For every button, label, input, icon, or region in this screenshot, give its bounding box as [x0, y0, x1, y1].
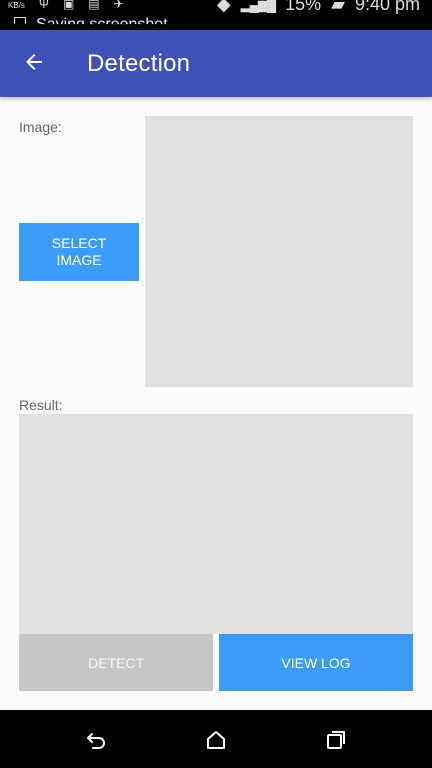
status-left: KB/s Ψ ▣ ▤ ✈ [8, 0, 124, 11]
back-nav-icon[interactable] [84, 728, 108, 752]
status-bar: KB/s Ψ ▣ ▤ ✈ ◆ ▂▄▆█ 15% ▰ 9:40 pm [0, 0, 432, 30]
home-nav-icon[interactable] [204, 728, 228, 752]
result-area [19, 414, 413, 634]
app-bar: Detection [0, 30, 432, 97]
arrow-left-icon[interactable] [22, 50, 46, 74]
network-speed: KB/s [8, 1, 25, 10]
recents-nav-icon[interactable] [324, 728, 348, 752]
usb-icon: Ψ [38, 0, 49, 11]
select-image-button[interactable]: SELECT IMAGE [19, 223, 139, 281]
image-preview [145, 116, 413, 387]
wifi-icon: ◆ [216, 0, 231, 14]
battery-icon: ▰ [331, 0, 345, 14]
signal-icon: ▂▄▆█ [240, 0, 276, 12]
detect-button[interactable]: DETECT [19, 634, 213, 691]
view-log-button[interactable]: VIEW LOG [219, 634, 413, 691]
clock: 9:40 pm [354, 0, 420, 14]
status-right: ◆ ▂▄▆█ 15% ▰ 9:40 pm [217, 0, 420, 15]
navigation-bar [0, 710, 432, 768]
result-label: Result: [19, 397, 63, 413]
gallery-notification-icon: ▤ [88, 0, 100, 11]
image-label: Image: [19, 119, 62, 135]
image-notification-icon: ▣ [62, 0, 75, 11]
page-title: Detection [87, 50, 191, 77]
battery-level: 15% [285, 0, 322, 14]
cast-icon: ✈ [113, 0, 124, 11]
